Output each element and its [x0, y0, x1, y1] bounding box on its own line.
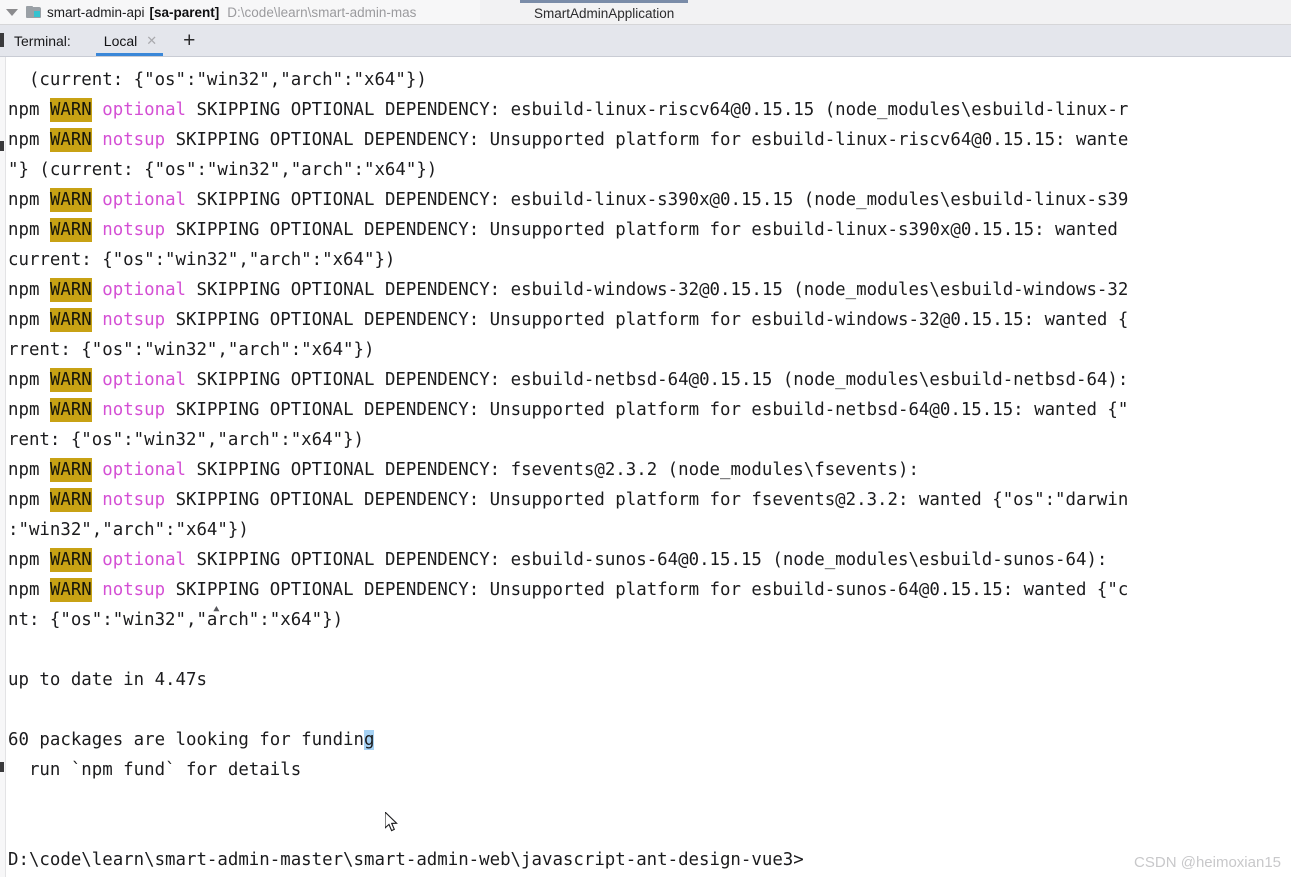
project-module: [sa-parent]: [149, 4, 220, 20]
terminal-line: npm WARN notsup SKIPPING OPTIONAL DEPEND…: [8, 308, 1129, 332]
warn-tag: notsup: [102, 130, 166, 150]
warn-badge: WARN: [49, 98, 92, 122]
terminal-line: npm WARN optional SKIPPING OPTIONAL DEPE…: [8, 458, 919, 482]
warn-tag: optional: [102, 550, 187, 570]
terminal-label: Terminal:: [14, 32, 71, 49]
terminal-line: "} (current: {"os":"win32","arch":"x64"}…: [8, 160, 438, 180]
tab-local-label: Local: [103, 32, 138, 49]
warn-badge: WARN: [49, 128, 92, 152]
terminal-line: rent: {"os":"win32","arch":"x64"}): [8, 430, 364, 450]
selected-text: g: [363, 730, 375, 750]
text-caret-mark: ⯅: [212, 603, 221, 616]
terminal-tab-bar: Terminal: Local ✕ +: [0, 25, 1291, 57]
terminal-line: npm WARN notsup SKIPPING OPTIONAL DEPEND…: [8, 398, 1129, 422]
tab-local[interactable]: Local ✕: [95, 25, 164, 56]
run-configuration-tab[interactable]: SmartAdminApplication: [520, 0, 689, 24]
gutter-marker-bottom: [0, 762, 4, 772]
warn-badge: WARN: [49, 278, 92, 302]
warn-badge: WARN: [49, 398, 92, 422]
run-configuration-name: SmartAdminApplication: [534, 6, 675, 21]
terminal-line: npm WARN optional SKIPPING OPTIONAL DEPE…: [8, 188, 1129, 212]
warn-tag: optional: [102, 280, 187, 300]
warn-badge: WARN: [49, 488, 92, 512]
warn-badge: WARN: [49, 188, 92, 212]
terminal-line: npm WARN optional SKIPPING OPTIONAL DEPE…: [8, 98, 1129, 122]
folder-icon: [26, 6, 41, 18]
warn-badge: WARN: [49, 458, 92, 482]
terminal-line: :"win32","arch":"x64"}): [8, 520, 249, 540]
terminal-line: npm WARN optional SKIPPING OPTIONAL DEPE…: [8, 278, 1129, 302]
warn-tag: optional: [102, 190, 187, 210]
plus-icon[interactable]: +: [183, 30, 195, 51]
warn-badge: WARN: [49, 578, 92, 602]
warn-badge: WARN: [49, 308, 92, 332]
terminal-line: rrent: {"os":"win32","arch":"x64"}): [8, 340, 375, 360]
terminal-line: npm WARN notsup SKIPPING OPTIONAL DEPEND…: [8, 578, 1129, 602]
terminal-line-list: (current: {"os":"win32","arch":"x64"}) np…: [8, 65, 1291, 875]
warn-tag: notsup: [102, 490, 166, 510]
warn-badge: WARN: [49, 548, 92, 572]
terminal-line: current: {"os":"win32","arch":"x64"}): [8, 250, 396, 270]
csdn-watermark: CSDN @heimoxian15: [1134, 854, 1281, 871]
terminal-line: npm WARN notsup SKIPPING OPTIONAL DEPEND…: [8, 488, 1129, 512]
terminal-line: up to date in 4.47s: [8, 670, 207, 690]
breadcrumb[interactable]: smart-admin-api [sa-parent] D:\code\lear…: [0, 0, 480, 24]
warn-tag: notsup: [102, 400, 166, 420]
warn-tag: notsup: [102, 580, 166, 600]
terminal-line: 60 packages are looking for funding: [8, 730, 375, 750]
terminal-line: (current: {"os":"win32","arch":"x64"}): [8, 70, 427, 90]
terminal-line: nt: {"os":"win32","arch":"x64"}): [8, 610, 344, 630]
terminal-line: npm WARN notsup SKIPPING OPTIONAL DEPEND…: [8, 128, 1129, 152]
warn-badge: WARN: [49, 368, 92, 392]
project-path: D:\code\learn\smart-admin-mas: [227, 4, 417, 20]
terminal-gutter: [0, 57, 6, 877]
terminal-line: npm WARN optional SKIPPING OPTIONAL DEPE…: [8, 548, 1108, 572]
warn-tag: optional: [102, 370, 187, 390]
warn-tag: optional: [102, 100, 187, 120]
terminal-line: run `npm fund` for details: [8, 760, 302, 780]
tool-window-handle: [0, 33, 4, 47]
warn-tag: notsup: [102, 220, 166, 240]
close-icon[interactable]: ✕: [146, 34, 157, 47]
terminal-prompt-line: D:\code\learn\smart-admin-master\smart-a…: [8, 850, 804, 870]
triangle-down-icon[interactable]: [6, 8, 18, 16]
terminal-line: npm WARN notsup SKIPPING OPTIONAL DEPEND…: [8, 218, 1118, 242]
terminal-output-panel[interactable]: (current: {"os":"win32","arch":"x64"}) np…: [0, 57, 1291, 877]
warn-badge: WARN: [49, 218, 92, 242]
terminal-line: npm WARN optional SKIPPING OPTIONAL DEPE…: [8, 368, 1129, 392]
ide-title-bar: smart-admin-api [sa-parent] D:\code\lear…: [0, 0, 1291, 25]
warn-tag: notsup: [102, 310, 166, 330]
project-name: smart-admin-api: [47, 4, 145, 20]
gutter-marker-top: [0, 141, 4, 151]
warn-tag: optional: [102, 460, 187, 480]
